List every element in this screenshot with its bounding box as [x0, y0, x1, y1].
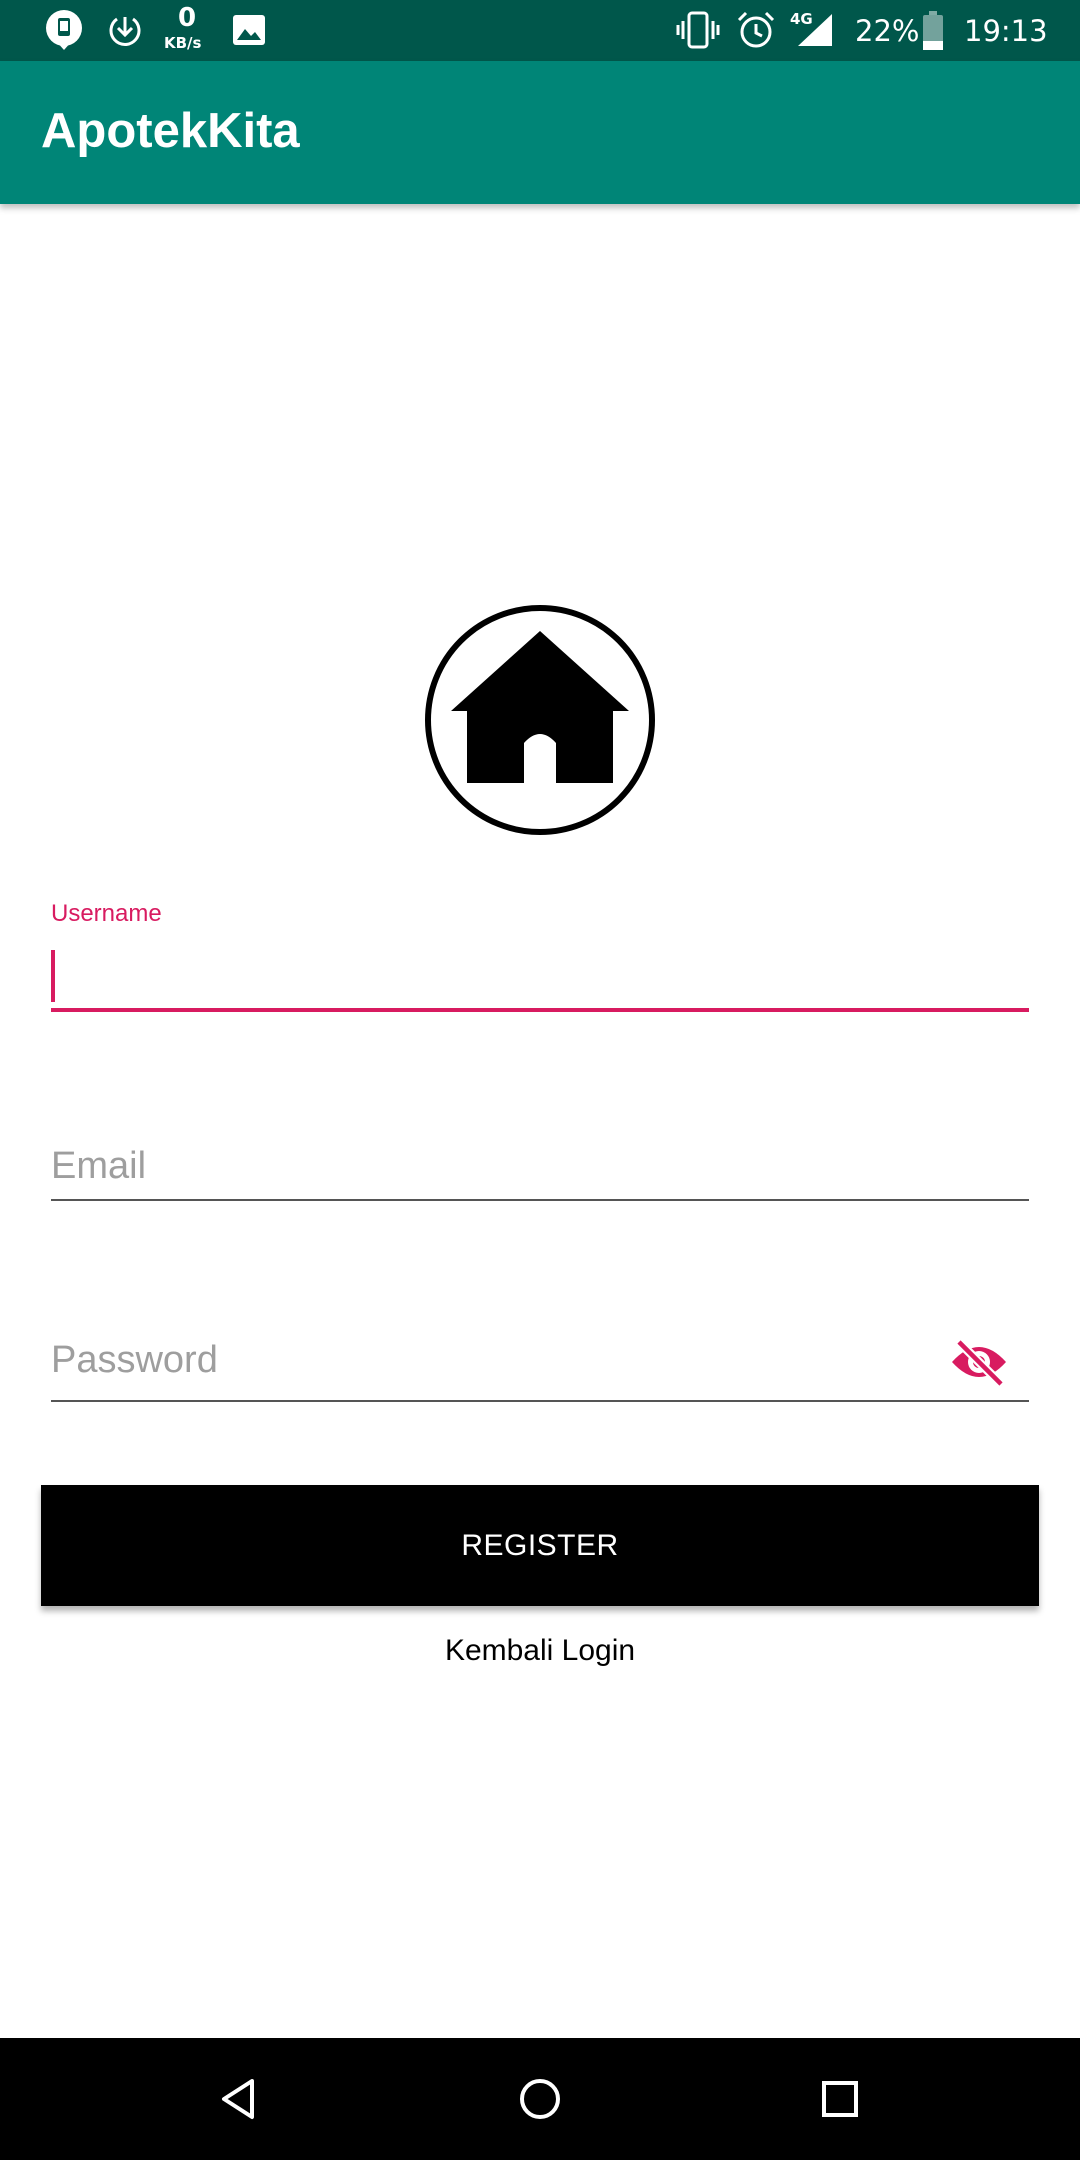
- download-icon: [109, 17, 141, 46]
- notification-app-icon: [46, 10, 82, 50]
- username-underline: [51, 1008, 1029, 1012]
- username-label: Username: [51, 900, 162, 927]
- home-icon: [425, 605, 655, 835]
- battery-icon: [923, 11, 943, 50]
- signal-icon: [798, 14, 832, 46]
- app-title: ApotekKita: [41, 104, 300, 158]
- clock-time: 19:13: [964, 14, 1048, 48]
- back-login-link[interactable]: Kembali Login: [0, 1634, 1080, 1668]
- battery-percent: 22%: [855, 14, 920, 48]
- password-underline: [51, 1400, 1029, 1402]
- username-input[interactable]: [51, 947, 1029, 1003]
- password-input[interactable]: [51, 1334, 931, 1386]
- email-input[interactable]: [51, 1140, 1029, 1192]
- text-cursor: [51, 950, 55, 1002]
- status-bar: 0 KB/s 4G 22% 19:13: [0, 0, 1080, 61]
- register-button[interactable]: REGISTER: [41, 1485, 1039, 1606]
- eye-off-icon[interactable]: [949, 1337, 1009, 1387]
- app-bar: ApotekKita: [0, 61, 1080, 204]
- email-underline: [51, 1199, 1029, 1201]
- navigation-bar: [0, 2038, 1080, 2160]
- alarm-icon: [737, 11, 775, 48]
- vibrate-icon: [676, 11, 720, 49]
- net-speed-unit: KB/s: [164, 34, 202, 52]
- username-field: Username: [51, 900, 1029, 1015]
- home-circle-icon[interactable]: [512, 2071, 568, 2127]
- email-field: [51, 1128, 1029, 1203]
- password-field: [51, 1322, 1029, 1402]
- image-icon: [233, 15, 265, 45]
- net-speed-value: 0: [178, 3, 197, 33]
- back-icon[interactable]: [212, 2071, 268, 2127]
- recents-icon[interactable]: [812, 2071, 868, 2127]
